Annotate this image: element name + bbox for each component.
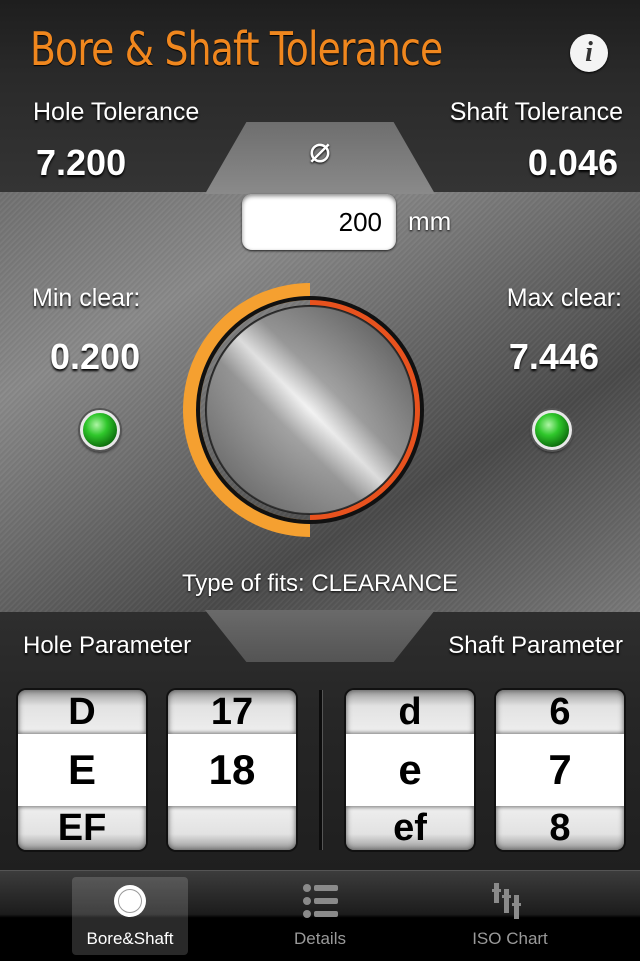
tab-bar: Bore&Shaft Details ISO Chart (0, 870, 640, 961)
info-glyph: i (585, 37, 593, 68)
picker-selected-item[interactable]: 18 (168, 734, 296, 806)
max-clear-status-led (532, 410, 572, 450)
picker-selected-item[interactable]: e (346, 734, 474, 806)
tab-label: Bore&Shaft (86, 929, 174, 948)
picker-item[interactable]: ef (346, 806, 474, 850)
min-clear-label: Min clear: (32, 284, 141, 312)
shaft-tolerance-label: Shaft Tolerance (449, 98, 623, 126)
list-icon (303, 884, 338, 918)
chart-icon (492, 883, 521, 919)
max-clear-label: Max clear: (506, 284, 622, 312)
max-clear-value: 7.446 (508, 336, 599, 377)
hole-tolerance-label: Hole Tolerance (33, 98, 200, 126)
picker-item[interactable]: 17 (168, 690, 296, 734)
picker-item[interactable]: 6 (496, 690, 624, 734)
picker-item[interactable]: EF (18, 806, 146, 850)
tab-iso-chart[interactable]: ISO Chart (452, 877, 568, 955)
app-title: Bore & Shaft Tolerance (30, 22, 443, 76)
hole-grade-picker[interactable]: 17 18 (168, 690, 296, 850)
shaft-tolerance-value: 0.046 (527, 142, 618, 183)
picker-selected-item[interactable]: E (18, 734, 146, 806)
picker-item[interactable]: d (346, 690, 474, 734)
shaft-parameter-label: Shaft Parameter (448, 632, 623, 659)
diameter-icon: ⌀ (309, 129, 331, 170)
min-clear-status-led (80, 410, 120, 450)
diameter-input[interactable]: 200 (242, 194, 396, 250)
tab-details[interactable]: Details (262, 877, 378, 955)
tab-label: ISO Chart (472, 929, 548, 948)
hole-tolerance-value: 7.200 (36, 142, 127, 183)
hole-parameter-label: Hole Parameter (23, 632, 192, 659)
hole-letter-picker[interactable]: D E EF (18, 690, 146, 850)
tab-label: Details (294, 929, 346, 948)
tab-bore-shaft[interactable]: Bore&Shaft (72, 877, 188, 955)
fit-type-text: Type of fits: CLEARANCE (181, 570, 459, 597)
picker-divider (319, 690, 322, 850)
shaft-grade-picker[interactable]: 6 7 8 (496, 690, 624, 850)
fit-dial (180, 280, 440, 540)
picker-item[interactable] (168, 806, 296, 850)
info-icon[interactable]: i (570, 34, 608, 72)
picker-item[interactable]: D (18, 690, 146, 734)
picker-item[interactable]: 8 (496, 806, 624, 850)
unit-label: mm (408, 206, 452, 236)
picker-selected-item[interactable]: 7 (496, 734, 624, 806)
shaft-letter-picker[interactable]: d e ef (346, 690, 474, 850)
min-clear-value: 0.200 (50, 336, 141, 377)
circle-icon (114, 885, 146, 917)
